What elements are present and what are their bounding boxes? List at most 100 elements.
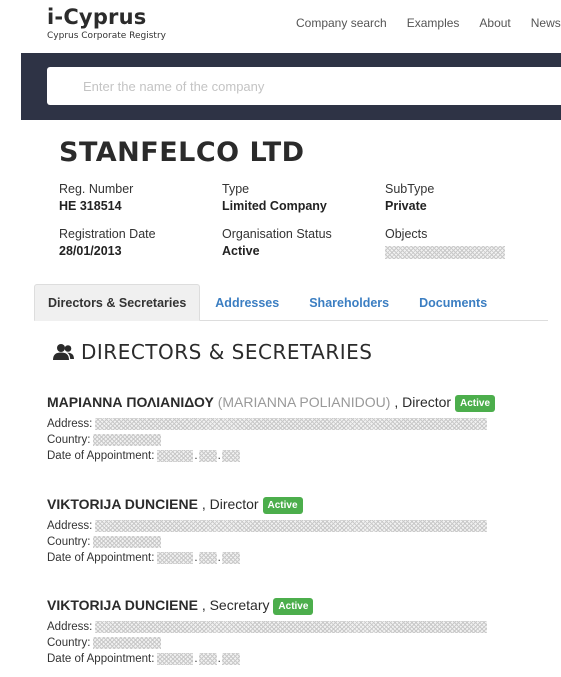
tab-addresses[interactable]: Addresses — [200, 284, 294, 321]
site-logo[interactable]: i-Cyprus Cyprus Corporate Registry — [47, 4, 166, 41]
tab-documents[interactable]: Documents — [404, 284, 502, 321]
nav-examples[interactable]: Examples — [407, 16, 460, 30]
subtype-cell: SubType Private — [385, 182, 529, 216]
reg-date-value: 28/01/2013 — [59, 244, 122, 258]
officer-heading: ΜΑΡΙΑΝΝΑ ΠΟΛΙΑΝΙΔΟΥ (MARIANNA POLIANIDOU… — [47, 392, 547, 412]
date-separator: . — [194, 653, 198, 665]
search-band — [21, 53, 561, 120]
officer-entry: ΜΑΡΙΑΝΝΑ ΠΟΛΙΑΝΙΔΟΥ (MARIANNA POLIANIDOU… — [47, 392, 547, 464]
date-part-redacted — [157, 450, 194, 462]
appointment-row: Date of Appointment: . . — [47, 448, 547, 464]
officer-details: Address: Country: Date of Appointment: .… — [47, 518, 547, 566]
reg-number-value: HE 318514 — [59, 199, 122, 213]
objects-label: Objects — [385, 227, 428, 241]
address-label: Address: — [47, 418, 93, 430]
country-redacted — [93, 536, 162, 548]
appointment-date-redacted: . . — [157, 448, 240, 464]
date-part-redacted — [198, 450, 217, 462]
type-value: Limited Company — [222, 199, 327, 213]
appointment-label: Date of Appointment: — [47, 552, 155, 564]
date-part-redacted — [221, 450, 240, 462]
subtype-label: SubType — [385, 182, 435, 196]
date-part-redacted — [221, 653, 240, 665]
officer-heading: VIKTORIJA DUNCIENE , Director Active — [47, 494, 547, 514]
tab-bar: Directors & Secretaries Addresses Shareh… — [34, 284, 548, 321]
logo-title: i-Cyprus — [47, 5, 147, 29]
officer-entry: VIKTORIJA DUNCIENE , Secretary Active Ad… — [47, 595, 547, 667]
date-separator: . — [217, 552, 221, 564]
site-header: i-Cyprus Cyprus Corporate Registry Compa… — [0, 0, 561, 52]
officer-role: , Director — [394, 394, 452, 410]
date-separator: . — [194, 450, 198, 462]
type-cell: Type Limited Company — [222, 182, 385, 216]
section-heading: DIRECTORS & SECRETARIES — [53, 340, 372, 364]
country-redacted — [93, 637, 162, 649]
reg-number-label: Reg. Number — [59, 182, 134, 196]
officer-details: Address: Country: Date of Appointment: .… — [47, 416, 547, 464]
country-label: Country: — [47, 637, 91, 649]
status-value: Active — [222, 244, 260, 258]
date-part-redacted — [157, 552, 194, 564]
subtype-value: Private — [385, 199, 427, 213]
officer-name[interactable]: VIKTORIJA DUNCIENE — [47, 496, 198, 512]
company-name: STANFELCO LTD — [59, 137, 305, 168]
nav-company-search[interactable]: Company search — [296, 16, 387, 30]
date-separator: . — [217, 653, 221, 665]
address-redacted — [95, 520, 488, 532]
appointment-label: Date of Appointment: — [47, 450, 155, 462]
status-badge: Active — [455, 395, 496, 412]
officer-heading: VIKTORIJA DUNCIENE , Secretary Active — [47, 595, 547, 615]
nav-about[interactable]: About — [479, 16, 510, 30]
company-search-input[interactable] — [47, 67, 561, 105]
logo-subtitle: Cyprus Corporate Registry — [47, 31, 166, 41]
date-separator: . — [194, 552, 198, 564]
status-cell: Organisation Status Active — [222, 227, 385, 261]
officer-details: Address: Country: Date of Appointment: .… — [47, 619, 547, 667]
officer-entry: VIKTORIJA DUNCIENE , Director Active Add… — [47, 494, 547, 566]
country-redacted — [93, 434, 162, 446]
country-label: Country: — [47, 434, 91, 446]
officer-role: , Secretary — [201, 597, 270, 613]
country-label: Country: — [47, 536, 91, 548]
reg-date-cell: Registration Date 28/01/2013 — [59, 227, 222, 261]
date-part-redacted — [221, 552, 240, 564]
status-label: Organisation Status — [222, 227, 332, 241]
nav-news[interactable]: News — [531, 16, 561, 30]
objects-cell: Objects — [385, 227, 529, 261]
address-redacted — [95, 621, 488, 633]
tab-shareholders[interactable]: Shareholders — [294, 284, 404, 321]
country-row: Country: — [47, 534, 547, 550]
date-part-redacted — [157, 653, 194, 665]
appointment-label: Date of Appointment: — [47, 653, 155, 665]
status-badge: Active — [273, 598, 314, 615]
address-redacted — [95, 418, 488, 430]
date-separator: . — [217, 450, 221, 462]
officer-latin-name: (MARIANNA POLIANIDOU) — [217, 394, 391, 410]
address-label: Address: — [47, 621, 93, 633]
appointment-date-redacted: . . — [157, 651, 240, 667]
reg-date-label: Registration Date — [59, 227, 156, 241]
company-info-grid: Reg. Number HE 318514 Type Limited Compa… — [59, 182, 529, 261]
date-part-redacted — [198, 552, 217, 564]
address-row: Address: — [47, 518, 547, 534]
status-badge: Active — [262, 497, 303, 514]
country-row: Country: — [47, 635, 547, 651]
officer-role: , Director — [201, 496, 259, 512]
main-nav: Company search Examples About News — [296, 16, 561, 30]
country-row: Country: — [47, 432, 547, 448]
address-row: Address: — [47, 619, 547, 635]
appointment-row: Date of Appointment: . . — [47, 550, 547, 566]
address-row: Address: — [47, 416, 547, 432]
type-label: Type — [222, 182, 250, 196]
address-label: Address: — [47, 520, 93, 532]
appointment-date-redacted: . . — [157, 550, 240, 566]
users-icon — [53, 344, 74, 360]
reg-number-cell: Reg. Number HE 318514 — [59, 182, 222, 216]
appointment-row: Date of Appointment: . . — [47, 651, 547, 667]
officer-name[interactable]: VIKTORIJA DUNCIENE — [47, 597, 198, 613]
section-title: DIRECTORS & SECRETARIES — [81, 340, 373, 364]
tab-directors-secretaries[interactable]: Directors & Secretaries — [34, 284, 201, 321]
officer-name[interactable]: ΜΑΡΙΑΝΝΑ ΠΟΛΙΑΝΙΔΟΥ — [47, 394, 214, 410]
objects-redacted-value — [385, 245, 505, 259]
date-part-redacted — [198, 653, 217, 665]
